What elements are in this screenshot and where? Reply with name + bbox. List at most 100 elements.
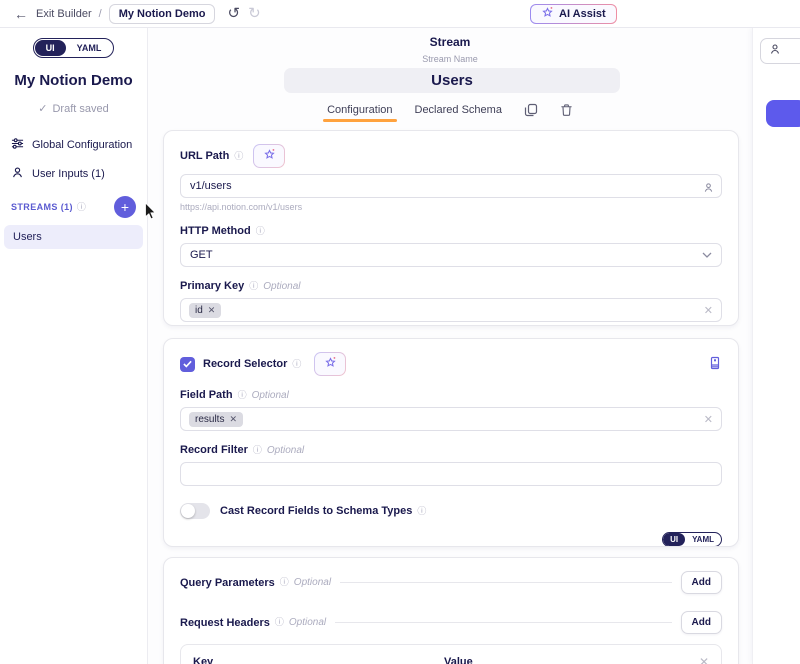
remove-tag-icon[interactable]: ✕ bbox=[229, 414, 237, 425]
sidebar-nav: Global Configuration User Inputs (1) bbox=[0, 137, 147, 182]
request-headers-label-row: Request Headers ⓘ Optional bbox=[180, 617, 326, 629]
stream-name-input[interactable] bbox=[284, 68, 620, 93]
connector-title: My Notion Demo bbox=[0, 72, 147, 89]
topbar: ← Exit Builder / My Notion Demo ↺ ↻ AI A… bbox=[0, 0, 800, 28]
tab-declared-schema[interactable]: Declared Schema bbox=[415, 104, 502, 122]
record-selector-ui-yaml-toggle[interactable]: UI YAML bbox=[662, 532, 722, 547]
field-path-label-row: Field Path ⓘ Optional bbox=[180, 389, 722, 401]
primary-key-label-row: Primary Key ⓘ Optional bbox=[180, 280, 722, 292]
add-query-parameter-button[interactable]: Add bbox=[681, 571, 722, 594]
remove-header-icon[interactable]: ✕ bbox=[695, 655, 709, 664]
stream-name-label: Stream Name bbox=[148, 54, 752, 64]
record-filter-label-row: Record Filter ⓘ Optional bbox=[180, 444, 722, 456]
toggle-yaml-option[interactable]: YAML bbox=[685, 533, 721, 546]
redo-icon: ↻ bbox=[248, 6, 261, 21]
record-selector-header: Record Selector ⓘ bbox=[180, 352, 722, 376]
user-interpolation-icon[interactable] bbox=[703, 180, 714, 198]
info-icon: ⓘ bbox=[77, 203, 86, 212]
check-icon: ✓ bbox=[38, 102, 47, 115]
info-icon: ⓘ bbox=[292, 360, 301, 369]
info-icon: ⓘ bbox=[280, 578, 289, 587]
duplicate-stream-button[interactable] bbox=[524, 103, 538, 120]
record-selector-title: Record Selector bbox=[203, 358, 287, 370]
primary-key-label: Primary Key bbox=[180, 280, 244, 292]
key-label: Key bbox=[193, 656, 430, 664]
add-request-header-button[interactable]: Add bbox=[681, 611, 722, 634]
sidebar-item-user-inputs[interactable]: User Inputs (1) bbox=[11, 166, 136, 182]
ui-yaml-toggle[interactable]: UI YAML bbox=[33, 38, 115, 58]
cast-fields-toggle[interactable] bbox=[180, 503, 210, 519]
field-path-tag-input[interactable]: results ✕ ✕ bbox=[180, 407, 722, 431]
divider-line bbox=[340, 582, 672, 583]
sidebar-stream-users[interactable]: Users bbox=[4, 225, 143, 249]
tag-chip-label: id bbox=[195, 305, 203, 316]
undo-icon[interactable]: ↺ bbox=[227, 6, 240, 21]
record-selector-card: Record Selector ⓘ Field Path ⓘ Optional … bbox=[163, 338, 739, 547]
testing-user-input-button[interactable] bbox=[760, 38, 800, 64]
remove-tag-icon[interactable]: ✕ bbox=[208, 305, 216, 316]
ai-assist-button[interactable]: AI Assist bbox=[530, 4, 617, 24]
tab-configuration[interactable]: Configuration bbox=[327, 104, 392, 122]
cast-fields-label-row: Cast Record Fields to Schema Types ⓘ bbox=[220, 505, 426, 517]
info-icon: ⓘ bbox=[238, 391, 247, 400]
optional-badge: Optional bbox=[294, 577, 331, 588]
url-path-ai-button[interactable] bbox=[253, 144, 285, 168]
connector-name-field[interactable]: My Notion Demo bbox=[109, 4, 216, 24]
url-path-label-row: URL Path ⓘ bbox=[180, 144, 722, 168]
trash-icon bbox=[560, 105, 573, 120]
url-config-card: URL Path ⓘ https://api.notion.com/v1/use… bbox=[163, 130, 739, 326]
record-selector-ai-button[interactable] bbox=[314, 352, 346, 376]
testing-panel-edge bbox=[752, 28, 800, 664]
builder-sidebar: UI YAML My Notion Demo ✓ Draft saved Glo… bbox=[0, 28, 148, 664]
doc-icon bbox=[708, 358, 722, 373]
test-stream-button[interactable] bbox=[766, 100, 800, 127]
streams-header-row: STREAMS (1) ⓘ + bbox=[0, 196, 147, 218]
info-icon: ⓘ bbox=[234, 152, 243, 161]
url-path-label: URL Path bbox=[180, 150, 229, 162]
divider-line bbox=[335, 622, 671, 623]
stream-panel-title: Stream bbox=[148, 35, 752, 49]
clear-field-icon[interactable]: ✕ bbox=[704, 413, 713, 426]
optional-badge: Optional bbox=[267, 445, 304, 456]
breadcrumb-separator: / bbox=[99, 8, 102, 20]
toggle-ui-option[interactable]: UI bbox=[663, 533, 685, 546]
sidebar-item-label: Global Configuration bbox=[32, 139, 132, 151]
http-method-select[interactable]: GET bbox=[180, 243, 722, 267]
query-parameters-row: Query Parameters ⓘ Optional Add bbox=[180, 571, 722, 594]
info-icon: ⓘ bbox=[253, 446, 262, 455]
http-method-label-row: HTTP Method ⓘ bbox=[180, 225, 722, 237]
record-filter-input[interactable] bbox=[180, 462, 722, 486]
user-icon bbox=[769, 42, 781, 60]
back-arrow-icon[interactable]: ← bbox=[14, 6, 28, 22]
documentation-button[interactable] bbox=[708, 356, 722, 373]
streams-header: STREAMS (1) bbox=[11, 202, 73, 212]
url-path-hint: https://api.notion.com/v1/users bbox=[180, 202, 722, 212]
exit-builder-link[interactable]: Exit Builder bbox=[36, 8, 92, 20]
info-icon: ⓘ bbox=[256, 227, 265, 236]
copy-icon bbox=[524, 105, 538, 120]
tag-chip-label: results bbox=[195, 414, 224, 425]
add-stream-button[interactable]: + bbox=[114, 196, 136, 218]
cast-fields-row: Cast Record Fields to Schema Types ⓘ bbox=[180, 503, 722, 519]
sidebar-item-global-configuration[interactable]: Global Configuration bbox=[11, 137, 136, 153]
sparkle-icon bbox=[263, 148, 276, 164]
stream-config-panel: Stream Stream Name Configuration Declare… bbox=[148, 28, 752, 664]
toggle-ui-option[interactable]: UI bbox=[35, 40, 66, 56]
delete-stream-button[interactable] bbox=[560, 103, 573, 120]
chevron-down-icon bbox=[702, 249, 712, 261]
request-headers-label: Request Headers bbox=[180, 617, 270, 629]
clear-field-icon[interactable]: ✕ bbox=[704, 304, 713, 317]
field-path-label: Field Path bbox=[180, 389, 233, 401]
primary-key-tag-input[interactable]: id ✕ ✕ bbox=[180, 298, 722, 322]
sparkle-icon bbox=[541, 6, 554, 22]
tag-chip: results ✕ bbox=[189, 412, 243, 427]
record-selector-checkbox[interactable] bbox=[180, 357, 195, 372]
http-method-label: HTTP Method bbox=[180, 225, 251, 237]
url-path-input[interactable] bbox=[180, 174, 722, 198]
stream-tabs: Configuration Declared Schema bbox=[148, 104, 752, 126]
toggle-yaml-option[interactable]: YAML bbox=[66, 40, 113, 56]
sliders-icon bbox=[11, 137, 24, 153]
record-selector-title-row: Record Selector ⓘ bbox=[203, 358, 301, 370]
sparkle-icon bbox=[324, 356, 337, 372]
optional-badge: Optional bbox=[289, 617, 326, 628]
